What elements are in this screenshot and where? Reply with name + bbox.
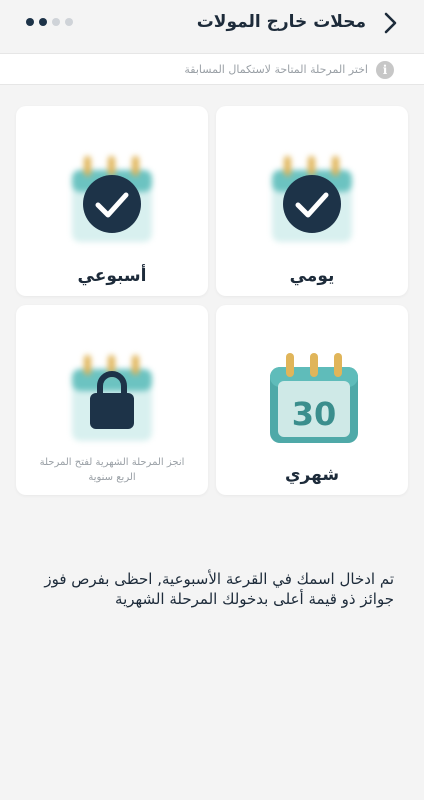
header: محلات خارج المولات	[0, 0, 424, 50]
locked-text: انجز المرحلة الشهرية لفتح المرحلة الربع …	[39, 457, 185, 483]
progress-dot	[65, 18, 73, 26]
progress-dots	[26, 18, 73, 26]
stage-label: أسبوعي	[77, 266, 147, 286]
stage-card-daily[interactable]: يومي	[216, 106, 408, 296]
page-title: محلات خارج المولات	[196, 12, 366, 32]
lock-icon	[88, 369, 136, 435]
stage-label: يومي	[289, 266, 335, 286]
check-icon	[281, 173, 343, 239]
description-text: تم ادخال اسمك في القرعة الأسبوعية, احظى …	[44, 570, 394, 608]
info-text: اختر المرحلة المتاحة لاستكمال المسابقة	[184, 63, 368, 76]
progress-dot	[26, 18, 34, 26]
stage-label: شهري	[284, 465, 340, 485]
stage-card-weekly[interactable]: أسبوعي	[16, 106, 208, 296]
check-icon	[81, 173, 143, 239]
info-bar: i اختر المرحلة المتاحة لاستكمال المسابقة	[0, 53, 424, 85]
chevron-right-icon[interactable]	[378, 11, 402, 35]
calendar-30-icon: 30	[266, 347, 362, 451]
progress-dot	[39, 18, 47, 26]
stage-card-locked: انجز المرحلة الشهرية لفتح المرحلة الربع …	[16, 305, 208, 495]
progress-dot	[52, 18, 60, 26]
calendar-number: 30	[292, 395, 337, 433]
info-icon: i	[376, 61, 394, 79]
stage-card-monthly[interactable]: 30 شهري	[216, 305, 408, 495]
